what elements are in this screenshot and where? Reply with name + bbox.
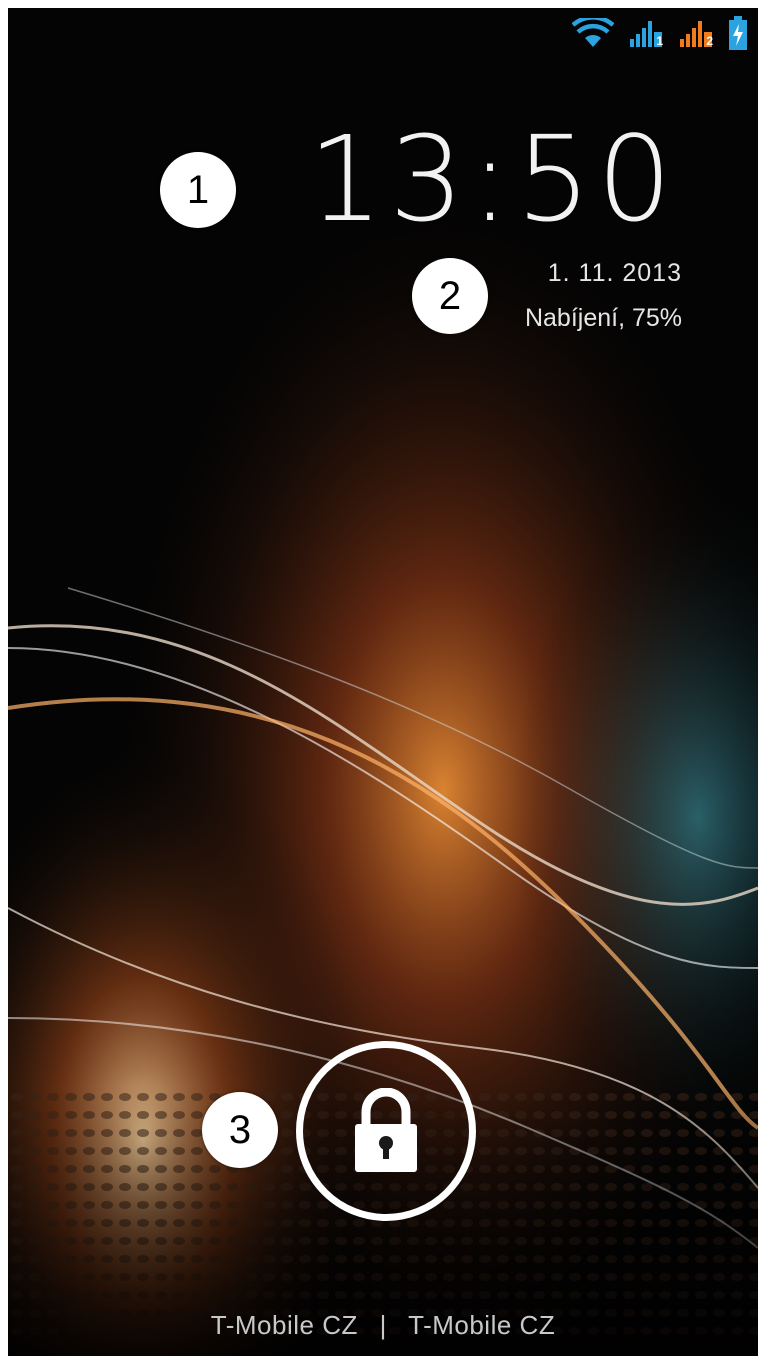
lockscreen-date: 1. 11. 2013: [547, 259, 682, 287]
battery-status: Nabíjení, 75%: [524, 304, 682, 332]
carrier-sim2: T-Mobile CZ: [408, 1310, 556, 1340]
signal-sim1-icon: 1: [628, 18, 664, 48]
unlock-button[interactable]: [296, 1041, 476, 1221]
signal-sim2-icon: 2: [678, 18, 714, 48]
lock-screen: 1 2 13:50 1. 11. 2013 Nabíjení, 75% 1 2 …: [8, 8, 758, 1356]
clock-time: 13:50: [307, 110, 678, 248]
padlock-icon: [355, 1088, 417, 1172]
sim2-number: 2: [706, 34, 713, 48]
annotation-marker-3: 3: [202, 1092, 278, 1168]
carrier-separator: |: [379, 1310, 387, 1340]
annotation-marker-2: 2: [412, 258, 488, 334]
carrier-info: T-Mobile CZ | T-Mobile CZ: [8, 1310, 758, 1341]
sim1-number: 1: [656, 34, 663, 48]
battery-charging-icon: [729, 16, 747, 50]
status-bar: 1 2: [572, 8, 758, 58]
carrier-sim1: T-Mobile CZ: [210, 1310, 358, 1340]
annotation-marker-1: 1: [160, 152, 236, 228]
wifi-icon: [572, 18, 614, 47]
lockscreen-clock: 13:50: [308, 120, 678, 238]
